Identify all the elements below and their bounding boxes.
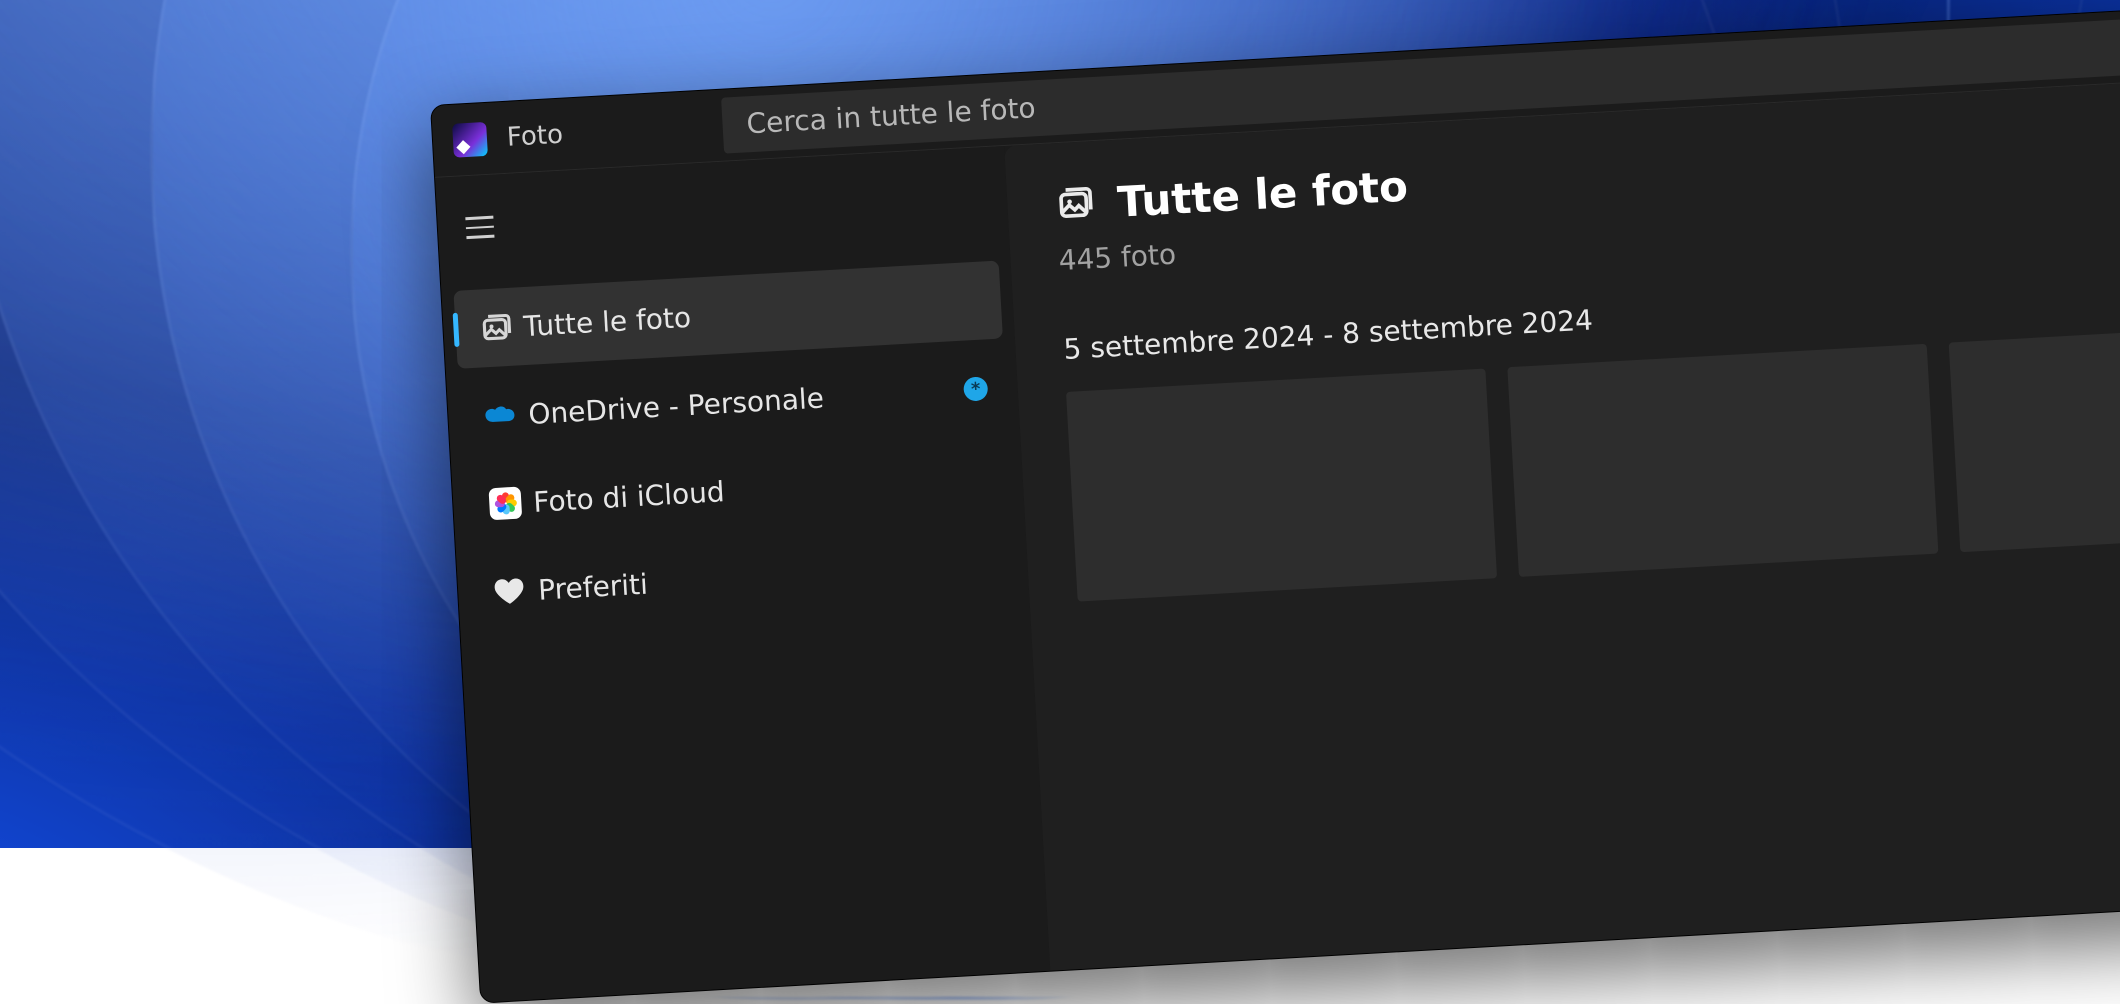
photo-thumbnail[interactable]	[1066, 368, 1497, 601]
sidebar-item-label: Foto di iCloud	[532, 460, 993, 519]
page-title: Tutte le foto	[1116, 162, 1409, 227]
photos-window: Foto	[430, 0, 2120, 1004]
photo-stack-icon	[479, 309, 525, 345]
icloud-photos-icon	[488, 486, 534, 520]
sidebar: Tutte le foto OneDrive - Personale *	[435, 146, 1050, 1003]
sidebar-nav: Tutte le foto OneDrive - Personale *	[441, 260, 1029, 633]
main-content: Tutte le foto 445 foto 5 settembre 2024 …	[1004, 55, 2120, 971]
sync-badge: *	[963, 376, 988, 401]
photo-stack-icon	[1054, 182, 1096, 228]
sidebar-item-label: OneDrive - Personale	[527, 373, 964, 430]
photo-thumbnail[interactable]	[1949, 319, 2120, 552]
hamburger-button[interactable]	[450, 198, 509, 257]
app-title: Foto	[506, 119, 564, 152]
sidebar-item-favorites[interactable]: Preferiti	[468, 524, 1018, 632]
heart-icon	[494, 576, 539, 606]
sidebar-item-label: Tutte le foto	[523, 284, 984, 343]
app-icon	[452, 121, 488, 157]
photo-thumbnail[interactable]	[1507, 344, 1938, 577]
sidebar-item-label: Preferiti	[537, 548, 998, 607]
onedrive-icon	[484, 403, 529, 427]
